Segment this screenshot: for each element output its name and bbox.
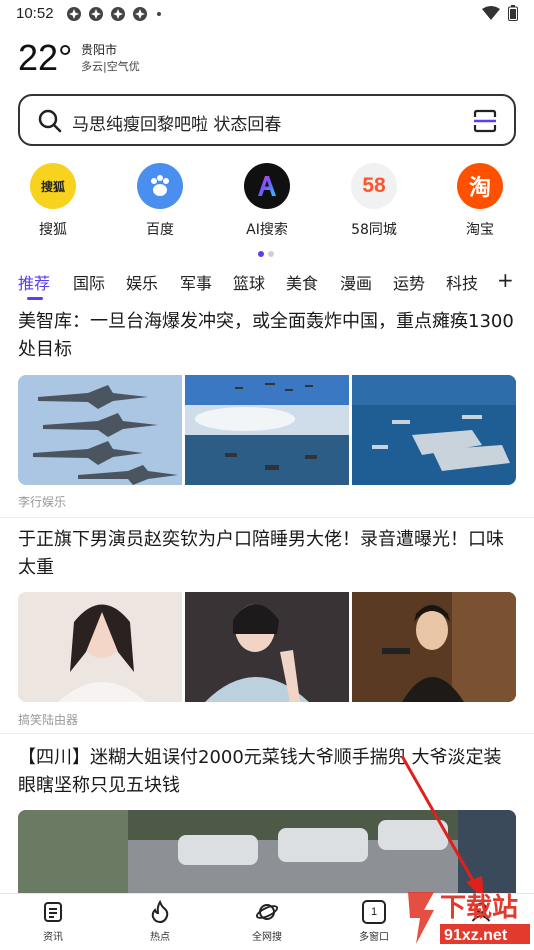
windows-count-badge: 1 bbox=[370, 906, 378, 918]
shortcut-label: 搜狐 bbox=[39, 222, 67, 238]
app-notification-icon bbox=[111, 7, 125, 21]
add-tab-button[interactable]: + bbox=[497, 268, 514, 292]
planet-icon bbox=[255, 904, 279, 920]
site-watermark: 下载站 91xz.net bbox=[404, 888, 532, 948]
shortcut-label: 淘宝 bbox=[466, 222, 494, 238]
news-icon bbox=[44, 902, 62, 922]
nav-hot[interactable]: 热点 bbox=[120, 900, 200, 943]
nav-label: 资讯 bbox=[43, 932, 63, 943]
divider bbox=[0, 517, 534, 518]
actress-event-photo bbox=[185, 592, 349, 702]
58-logo-icon: 58 bbox=[351, 163, 397, 209]
news-title[interactable]: 美智库：一旦台海爆发冲突，或全面轰炸中国，重点瘫痪1300处目标 bbox=[18, 308, 518, 364]
tab-food[interactable]: 美食 bbox=[286, 270, 318, 294]
page-indicator bbox=[258, 251, 274, 257]
app-notification-icon bbox=[67, 7, 81, 21]
windows-icon: 1 bbox=[362, 900, 386, 924]
ai-search-logo-icon bbox=[244, 163, 290, 209]
city-name: 贵阳市 bbox=[81, 43, 118, 57]
shortcut-taobao[interactable]: 淘 淘宝 bbox=[442, 163, 518, 239]
news-source: 搞笑陆由器 bbox=[18, 713, 79, 727]
news-source: 李行娱乐 bbox=[18, 495, 67, 509]
nav-news[interactable]: 资讯 bbox=[13, 900, 93, 943]
nav-windows[interactable]: 1 多窗口 bbox=[334, 900, 414, 943]
warships-sky-photo bbox=[185, 375, 349, 485]
baidu-logo-icon bbox=[137, 163, 183, 209]
shortcut-label: 58同城 bbox=[351, 222, 397, 238]
tab-horoscope[interactable]: 运势 bbox=[393, 270, 425, 294]
flame-icon bbox=[151, 900, 169, 924]
status-right bbox=[482, 5, 518, 21]
tab-international[interactable]: 国际 bbox=[73, 270, 105, 294]
actress-portrait-photo bbox=[18, 592, 182, 702]
active-tab-underline bbox=[27, 297, 43, 300]
tab-recommend[interactable]: 推荐 bbox=[18, 270, 50, 294]
search-bar[interactable]: 马思纯瘦回黎吧啦 状态回春 bbox=[18, 94, 516, 146]
shortcut-58[interactable]: 58 58同城 bbox=[336, 163, 412, 239]
shortcut-label: AI搜索 bbox=[246, 222, 288, 238]
page-dot bbox=[268, 251, 274, 257]
app-notification-icon bbox=[133, 7, 147, 21]
nav-web-search[interactable]: 全网搜 bbox=[227, 900, 307, 943]
news-images bbox=[18, 592, 516, 702]
news-item[interactable]: 美智库：一旦台海爆发冲突，或全面轰炸中国，重点瘫痪1300处目标 李行娱乐 bbox=[0, 308, 534, 518]
shortcut-ai-search[interactable]: AI搜索 bbox=[229, 163, 305, 239]
search-icon bbox=[38, 109, 62, 133]
tab-basketball[interactable]: 篮球 bbox=[233, 270, 265, 294]
taobao-logo-text: 淘 bbox=[468, 176, 491, 201]
nav-label: 多窗口 bbox=[359, 932, 389, 943]
actor-film-still-photo bbox=[352, 592, 516, 702]
scan-icon[interactable] bbox=[472, 108, 498, 134]
58-logo-text: 58 bbox=[362, 174, 386, 197]
taobao-logo-icon: 淘 bbox=[457, 163, 503, 209]
watermark-logo-icon: 下载站 91xz.net bbox=[408, 892, 530, 944]
paw-icon bbox=[151, 175, 169, 196]
news-title[interactable]: 于正旗下男演员赵奕钦为户口陪睡男大佬！录音遭曝光！口味太重 bbox=[18, 526, 518, 582]
carrier-group-photo bbox=[352, 375, 516, 485]
divider bbox=[0, 733, 534, 734]
sohu-logo-icon: 搜狐 bbox=[30, 163, 76, 209]
watermark-text: 下载站 bbox=[440, 893, 518, 923]
sohu-logo-text: 搜狐 bbox=[40, 179, 65, 194]
shortcut-sohu[interactable]: 搜狐 搜狐 bbox=[15, 163, 91, 239]
status-time: 10:52 bbox=[16, 5, 54, 22]
category-tabs: 推荐 国际 娱乐 军事 篮球 美食 漫画 运势 科技 + bbox=[0, 268, 534, 302]
shortcut-label: 百度 bbox=[146, 222, 174, 238]
news-images bbox=[18, 375, 516, 485]
tab-comics[interactable]: 漫画 bbox=[340, 270, 372, 294]
app-notification-icon bbox=[89, 7, 103, 21]
battery-icon bbox=[508, 5, 518, 21]
tab-military[interactable]: 军事 bbox=[180, 270, 212, 294]
ai-letter-a-icon bbox=[258, 176, 276, 196]
status-bar: 10:52 bbox=[0, 0, 534, 28]
shortcut-baidu[interactable]: 百度 bbox=[122, 163, 198, 239]
wifi-icon bbox=[482, 6, 500, 20]
tab-technology[interactable]: 科技 bbox=[446, 270, 478, 294]
nav-label: 热点 bbox=[150, 932, 170, 943]
weather-description: 多云|空气优 bbox=[81, 60, 140, 73]
fighter-jets-photo bbox=[18, 375, 182, 485]
page-dot-active bbox=[258, 251, 264, 257]
search-input[interactable]: 马思纯瘦回黎吧啦 状态回春 bbox=[72, 110, 281, 135]
nav-label: 全网搜 bbox=[252, 932, 282, 943]
shortcut-grid: 搜狐 搜狐 百度 AI搜索 58 58同城 淘 淘宝 bbox=[0, 163, 534, 243]
temperature: 22° bbox=[18, 37, 73, 78]
news-item[interactable]: 于正旗下男演员赵奕钦为户口陪睡男大佬！录音遭曝光！口味太重 搞笑陆由器 bbox=[0, 526, 534, 734]
tab-entertainment[interactable]: 娱乐 bbox=[126, 270, 158, 294]
notification-icons bbox=[66, 6, 161, 22]
watermark-url: 91xz.net bbox=[444, 927, 508, 944]
more-notifications-dot bbox=[157, 12, 161, 16]
annotation-arrow-icon bbox=[400, 755, 484, 900]
